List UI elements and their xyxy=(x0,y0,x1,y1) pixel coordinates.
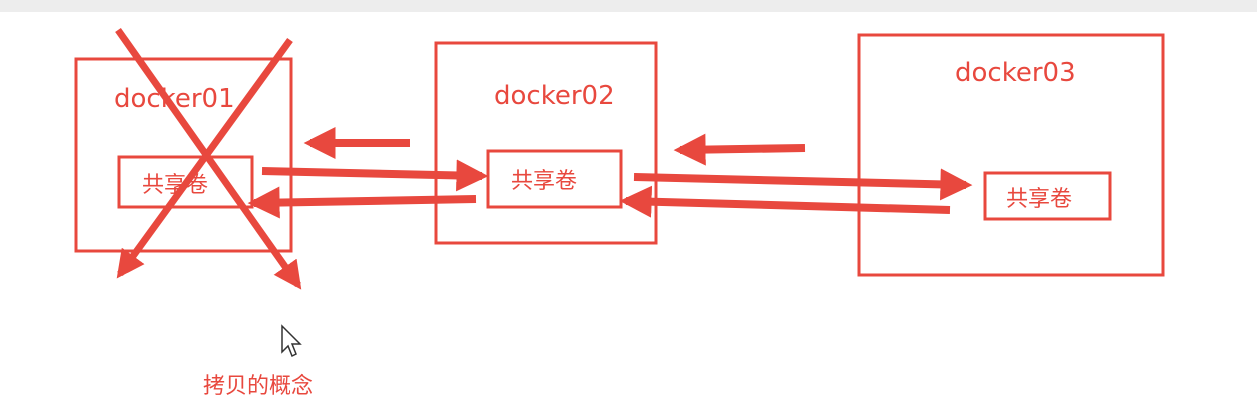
container-title-docker02: docker02 xyxy=(494,81,615,111)
arrow-left-02-to-01 xyxy=(247,186,477,219)
arrow-left-upper-02-03 xyxy=(673,133,806,166)
container-box-docker02 xyxy=(434,41,658,245)
arrows-docker02-docker03 xyxy=(619,133,973,218)
diagram-canvas: docker01 共享卷 docker02 共享卷 docker03 共享卷 拷… xyxy=(74,27,1165,399)
volume-label-docker03: 共享卷 xyxy=(1006,187,1072,212)
mouse-cursor-icon xyxy=(281,324,302,358)
volume-label-docker02: 共享卷 xyxy=(511,169,577,194)
caption-text: 拷贝的概念 xyxy=(203,374,313,399)
arrow-right-02-to-03 xyxy=(633,168,973,201)
arrow-left-03-to-02 xyxy=(619,185,951,218)
container-title-docker03: docker03 xyxy=(955,58,1076,88)
container-docker03: docker03 共享卷 xyxy=(857,33,1165,277)
arrow-right-01-to-02 xyxy=(261,159,489,192)
container-docker02: docker02 共享卷 xyxy=(434,41,658,245)
arrows-docker01-docker02 xyxy=(247,127,489,219)
